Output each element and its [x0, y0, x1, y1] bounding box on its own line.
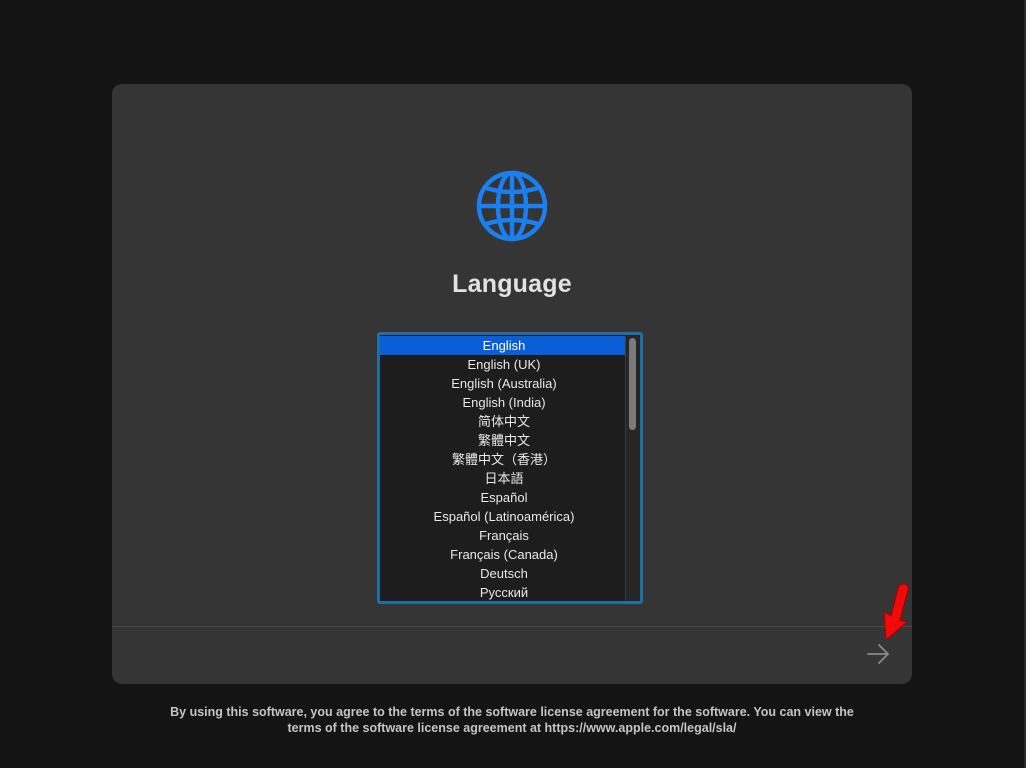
license-notice-line-1: By using this software, you agree to the…: [170, 705, 854, 719]
language-option[interactable]: English (India): [380, 393, 628, 412]
language-option[interactable]: 繁體中文（香港）: [380, 450, 628, 469]
language-list[interactable]: English English (UK) English (Australia) En…: [377, 332, 643, 604]
language-panel: Language English English (UK) English (Aus…: [112, 84, 912, 684]
globe-icon: [476, 170, 548, 242]
language-option[interactable]: Deutsch: [380, 564, 628, 583]
language-option[interactable]: Français (Canada): [380, 545, 628, 564]
language-list-items: English English (UK) English (Australia) En…: [380, 336, 628, 601]
red-arrow-pointer-icon: [883, 583, 909, 642]
license-notice-line-2: terms of the software license agreement …: [287, 721, 737, 735]
next-button[interactable]: [864, 640, 892, 668]
arrow-right-icon: [867, 644, 889, 664]
language-option[interactable]: English (Australia): [380, 374, 628, 393]
footer-divider: [112, 626, 912, 627]
license-notice: By using this software, you agree to the…: [112, 704, 912, 736]
language-option[interactable]: Español (Latinoamérica): [380, 507, 628, 526]
language-option[interactable]: 繁體中文: [380, 431, 628, 450]
language-list-scrollbar[interactable]: [625, 335, 640, 601]
page-title: Language: [452, 270, 572, 298]
recovery-screen: Language English English (UK) English (Aus…: [0, 0, 1026, 768]
language-option-selected[interactable]: English: [380, 336, 628, 355]
language-option[interactable]: 日本語: [380, 469, 628, 488]
scrollbar-thumb[interactable]: [629, 338, 636, 430]
language-option[interactable]: Français: [380, 526, 628, 545]
language-option[interactable]: 简体中文: [380, 412, 628, 431]
language-option[interactable]: Русский: [380, 583, 628, 601]
language-option[interactable]: Español: [380, 488, 628, 507]
language-option[interactable]: English (UK): [380, 355, 628, 374]
